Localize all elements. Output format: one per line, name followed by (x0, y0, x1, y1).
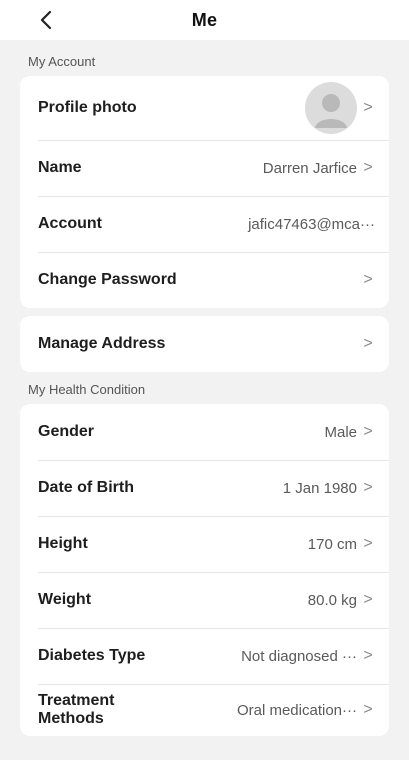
row-value: 80.0 kg (307, 591, 357, 609)
chevron-right-icon: > (363, 647, 373, 664)
gender-row[interactable]: Gender Male > (20, 404, 389, 460)
chevron-right-icon: > (363, 159, 373, 176)
row-value: Male (324, 423, 357, 441)
row-label: Date of Birth (38, 479, 134, 496)
row-label: Account (38, 215, 102, 232)
row-label: Name (38, 159, 82, 176)
height-row[interactable]: Height 170 cm > (20, 516, 389, 572)
section-label-my-health-condition: My Health Condition (28, 382, 146, 397)
diabetes-type-row[interactable]: Diabetes Type Not diagnosed ··· > (20, 628, 389, 684)
chevron-right-icon: > (363, 271, 373, 288)
row-label: Treatment Methods (38, 692, 115, 727)
row-value: 170 cm (307, 535, 357, 553)
chevron-right-icon: > (363, 701, 373, 718)
chevron-right-icon: > (363, 99, 373, 116)
chevron-right-icon: > (363, 535, 373, 552)
row-label: Manage Address (38, 335, 166, 352)
change-password-row[interactable]: Change Password > (20, 252, 389, 308)
me-screen: Me My Account Profile photo > Name Darre… (0, 0, 409, 760)
avatar-placeholder-icon (315, 94, 347, 128)
row-label: Change Password (38, 271, 177, 288)
account-row[interactable]: Account jafic47463@mca··· (20, 196, 389, 252)
row-value: Darren Jarfice (262, 159, 357, 177)
row-label: Height (38, 535, 88, 552)
row-label: Diabetes Type (38, 647, 146, 664)
profile-photo-row[interactable]: Profile photo > (20, 76, 389, 140)
address-card: Manage Address > (20, 316, 389, 372)
health-card: Gender Male > Date of Birth 1 Jan 1980 >… (20, 404, 389, 736)
chevron-right-icon: > (363, 591, 373, 608)
manage-address-row[interactable]: Manage Address > (20, 316, 389, 372)
top-bar: Me (0, 0, 409, 40)
date-of-birth-row[interactable]: Date of Birth 1 Jan 1980 > (20, 460, 389, 516)
page-title: Me (191, 10, 218, 30)
chevron-right-icon: > (363, 479, 373, 496)
row-label: Weight (38, 591, 92, 608)
treatment-methods-row[interactable]: Treatment Methods Oral medication··· > (20, 684, 389, 736)
row-value: Oral medication··· (236, 701, 357, 719)
row-label: Gender (38, 423, 95, 440)
row-value: Not diagnosed ··· (241, 647, 357, 665)
account-card: Profile photo > Name Darren Jarfice > Ac… (20, 76, 389, 308)
weight-row[interactable]: Weight 80.0 kg > (20, 572, 389, 628)
row-value: jafic47463@mca··· (248, 215, 375, 233)
avatar (305, 82, 357, 134)
row-label: Profile photo (38, 99, 137, 116)
section-label-my-account: My Account (28, 54, 96, 69)
chevron-right-icon: > (363, 423, 373, 440)
chevron-right-icon: > (363, 335, 373, 352)
name-row[interactable]: Name Darren Jarfice > (20, 140, 389, 196)
row-value: 1 Jan 1980 (282, 479, 357, 497)
